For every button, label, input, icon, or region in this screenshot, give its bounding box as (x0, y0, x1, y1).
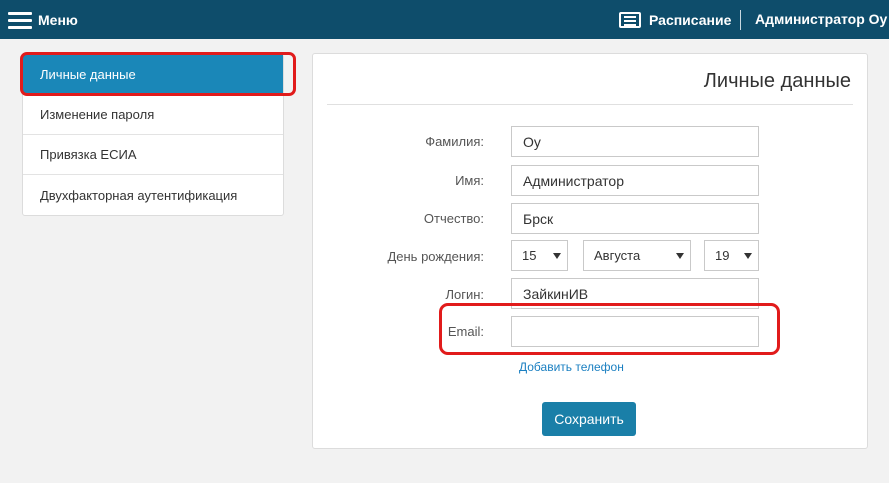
chevron-down-icon (553, 253, 561, 259)
top-navbar: Меню Расписание Администратор Оу (0, 0, 889, 39)
hamburger-icon (8, 11, 32, 29)
email-label: Email: (447, 324, 484, 339)
birthday-month-select[interactable]: Августа (583, 240, 691, 271)
sidebar-item-personal-data[interactable]: Личные данные (23, 55, 283, 95)
user-menu[interactable]: Администратор Оу (755, 11, 887, 27)
title-divider (327, 104, 853, 105)
menu-label: Меню (38, 12, 78, 28)
schedule-icon (619, 12, 641, 28)
settings-sidebar: Личные данные Изменение пароля Привязка … (22, 54, 284, 216)
save-button[interactable]: Сохранить (542, 402, 636, 436)
login-field[interactable]: ЗайкинИВ (511, 278, 759, 309)
birthday-year-select[interactable]: 19 (704, 240, 759, 271)
menu-button[interactable]: Меню (8, 9, 78, 31)
lastname-field[interactable]: Оу (511, 126, 759, 157)
login-label: Логин: (445, 287, 484, 302)
schedule-link[interactable]: Расписание (619, 10, 731, 30)
email-field[interactable] (511, 316, 759, 347)
birthday-day-select[interactable]: 15 (511, 240, 568, 271)
sidebar-item-change-password[interactable]: Изменение пароля (23, 95, 283, 135)
schedule-label: Расписание (649, 12, 732, 28)
birthday-month-value: Августа (594, 248, 641, 263)
sidebar-item-esia-binding[interactable]: Привязка ЕСИА (23, 135, 283, 175)
lastname-label: Фамилия: (425, 134, 484, 149)
patronymic-label: Отчество: (423, 211, 484, 226)
topbar-divider (740, 10, 741, 30)
birthday-label: День рождения: (387, 249, 484, 264)
birthday-day-value: 15 (522, 248, 537, 263)
add-phone-link[interactable]: Добавить телефон (519, 360, 624, 374)
sidebar-item-two-factor-auth[interactable]: Двухфакторная аутентификация (23, 175, 283, 215)
patronymic-field[interactable]: Брск (511, 203, 759, 234)
personal-data-panel: Личные данные Фамилия: Оу Имя: Администр… (312, 53, 868, 449)
chevron-down-icon (744, 253, 752, 259)
firstname-field[interactable]: Администратор (511, 165, 759, 196)
birthday-year-value: 19 (715, 248, 730, 263)
firstname-label: Имя: (455, 173, 484, 188)
page-title: Личные данные (703, 70, 851, 92)
chevron-down-icon (676, 253, 684, 259)
